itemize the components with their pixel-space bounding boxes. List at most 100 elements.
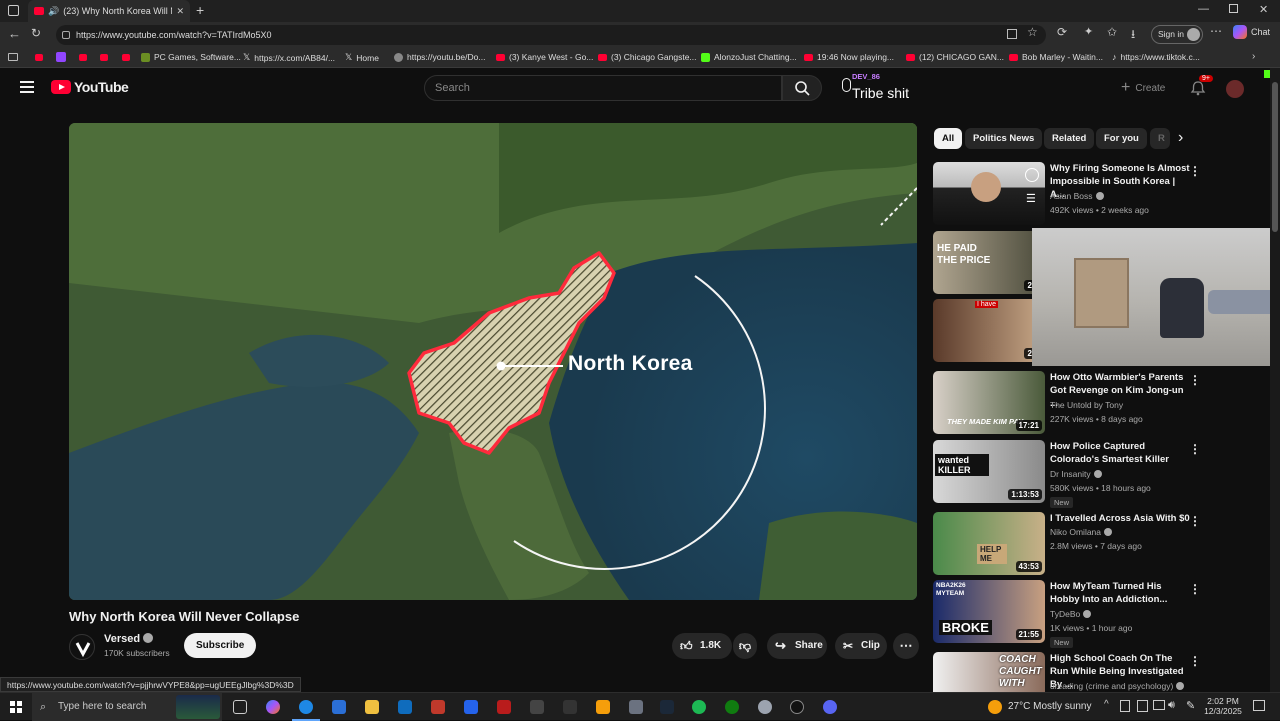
favorite-star-icon[interactable]: ☆ (1027, 25, 1038, 39)
share-button[interactable]: ↪ Share (767, 633, 827, 659)
notifications-button[interactable]: 9+ (1190, 75, 1213, 101)
search-button[interactable] (782, 75, 822, 101)
video-thumbnail[interactable]: COACH CAUGHT WITH (933, 652, 1045, 692)
kebab-menu-icon[interactable]: ⋮ (1189, 164, 1201, 178)
add-to-queue-icon[interactable]: ☰ (1026, 192, 1036, 205)
youtube-bookmark-icon[interactable] (35, 54, 43, 61)
site-info-icon[interactable] (62, 31, 70, 39)
bookmark-item[interactable]: PC Games, Software... (141, 52, 241, 62)
close-window-icon[interactable]: ✕ (1259, 3, 1268, 16)
volume-icon[interactable]: 🔊︎ (1168, 699, 1175, 712)
watch-later-clock-icon[interactable] (1025, 168, 1039, 182)
weather-text[interactable]: 27°C Mostly sunny (1008, 701, 1091, 712)
kebab-menu-icon[interactable]: ⋮ (1189, 442, 1201, 456)
recommendation-item[interactable]: THEY MADE KIM PAY 17:21 How Otto Warmbie… (933, 371, 1268, 434)
windows-start-icon[interactable] (10, 701, 22, 713)
recommendation-title[interactable]: I Travelled Across Asia With $0 (1050, 512, 1190, 525)
app-icon[interactable] (758, 700, 772, 714)
chip-politics-news[interactable]: Politics News (965, 128, 1043, 149)
game-app-icon[interactable] (431, 700, 445, 714)
copilot-icon[interactable] (266, 700, 280, 714)
network-icon[interactable] (1153, 700, 1165, 710)
recommendation-channel[interactable]: TyDeBo (1050, 609, 1092, 619)
recommendation-title[interactable]: How Police Captured Colorado's Smartest … (1050, 440, 1190, 466)
app-icon[interactable] (464, 700, 478, 714)
app-icon[interactable] (629, 700, 643, 714)
chip-truncated[interactable]: R (1150, 128, 1170, 149)
tray-app-icon[interactable] (1137, 700, 1148, 712)
page-scrollbar[interactable] (1270, 68, 1280, 692)
subscribe-button[interactable]: Subscribe (184, 633, 257, 658)
chip-related[interactable]: Related (1044, 128, 1095, 149)
clip-button[interactable]: ✂ Clip (835, 633, 887, 659)
kebab-menu-icon[interactable]: ⋮ (1189, 514, 1201, 528)
recommendation-item[interactable]: COACH CAUGHT WITH High School Coach On T… (933, 652, 1268, 692)
video-thumbnail[interactable]: THEY MADE KIM PAY 17:21 (933, 371, 1045, 434)
recommendation-item[interactable]: wanted KILLER 1:13:53 How Police Capture… (933, 440, 1268, 508)
like-button[interactable]: 👍︎ 1.8K (672, 633, 732, 659)
app-icon[interactable] (497, 700, 511, 714)
video-thumbnail[interactable]: HE PAID THE PRICE 22: (933, 231, 1045, 294)
youtube-bookmark-icon[interactable] (122, 54, 130, 61)
kebab-menu-icon[interactable]: ⋮ (1189, 373, 1201, 387)
hamburger-menu-icon[interactable] (20, 81, 34, 93)
video-thumbnail[interactable]: I have 25: (933, 299, 1045, 362)
new-tab-icon[interactable]: + (196, 2, 204, 18)
minimize-icon[interactable]: — (1198, 3, 1209, 15)
bookmark-item[interactable]: 𝕏https://x.com/AB84/... (243, 52, 335, 63)
video-thumbnail[interactable]: wanted KILLER 1:13:53 (933, 440, 1045, 503)
bookmark-item[interactable]: 19:46 Now playing... (804, 52, 894, 62)
collections-icon[interactable] (8, 53, 18, 61)
youtube-logo[interactable]: YouTube (51, 79, 129, 95)
tab-actions-icon[interactable] (8, 5, 19, 16)
youtube-bookmark-icon[interactable] (100, 54, 108, 61)
discord-icon[interactable] (823, 700, 837, 714)
xbox-icon[interactable] (725, 700, 739, 714)
back-icon[interactable]: ← (8, 26, 21, 41)
bookmark-item[interactable]: https://youtu.be/Do... (394, 52, 485, 62)
kebab-menu-icon[interactable]: ⋮ (1189, 654, 1201, 668)
bookmark-item[interactable]: AlonzoJust Chatting... (701, 52, 797, 62)
recommendation-channel[interactable]: Dr Insanity (1050, 469, 1102, 479)
chip-all[interactable]: All (934, 128, 963, 149)
app-icon[interactable] (530, 700, 544, 714)
task-view-icon[interactable] (233, 700, 247, 714)
scrollbar-thumb[interactable] (1272, 82, 1278, 232)
chips-next-icon[interactable]: › (1178, 129, 1183, 147)
video-thumbnail[interactable]: ☰ (933, 162, 1045, 225)
create-button[interactable]: + Create (1121, 77, 1165, 99)
app-icon[interactable] (563, 700, 577, 714)
search-input[interactable]: Search (424, 75, 782, 101)
pen-icon[interactable]: ✎ (1186, 699, 1195, 712)
steam-icon[interactable] (660, 700, 674, 714)
downloads-icon[interactable]: ⭳ (1131, 25, 1135, 46)
obs-icon[interactable] (790, 700, 804, 714)
recommendation-item[interactable]: HELP ME 43:53 I Travelled Across Asia Wi… (933, 512, 1268, 575)
recommendation-item[interactable]: NBA2K26 MYTEAM BROKE 21:55 How MyTeam Tu… (933, 580, 1268, 648)
url-field[interactable]: https://www.youtube.com/watch?v=TATIrdMo… (56, 25, 1046, 45)
account-avatar[interactable] (1226, 80, 1244, 98)
refresh-extension-icon[interactable]: ⟳ (1057, 25, 1067, 39)
bookmark-item[interactable]: Bob Marley - Waitin... (1009, 52, 1103, 62)
video-thumbnail[interactable]: NBA2K26 MYTEAM BROKE 21:55 (933, 580, 1045, 643)
bookmark-item[interactable]: ♪ https://www.tiktok.c... (1112, 52, 1200, 62)
more-actions-button[interactable]: ⋯ (893, 633, 919, 659)
recommendation-item[interactable]: ☰ Why Firing Someone Is Almost Impossibl… (933, 162, 1268, 225)
favorites-icon[interactable]: ✩ (1107, 25, 1117, 39)
dislike-button[interactable]: 👎︎ (733, 633, 757, 659)
maximize-icon[interactable] (1229, 4, 1238, 13)
clock[interactable]: 2:02 PM 12/3/2025 (1203, 696, 1243, 716)
chip-for-you[interactable]: For you (1096, 128, 1147, 149)
bookmarks-more-icon[interactable]: › (1252, 51, 1255, 62)
close-tab-icon[interactable]: ✕ (176, 6, 184, 17)
notification-center-icon[interactable] (1253, 700, 1265, 711)
search-highlight-icon[interactable] (176, 695, 220, 719)
app-icon[interactable] (596, 700, 610, 714)
recommendation-title[interactable]: How MyTeam Turned His Hobby Into an Addi… (1050, 580, 1190, 606)
browser-tab-active[interactable]: 🔊 (23) Why North Korea Will N... ✕ (28, 0, 190, 22)
speaker-icon[interactable]: 🔊 (48, 6, 59, 17)
channel-name[interactable]: Versed (104, 633, 154, 645)
youtube-bookmark-icon[interactable] (79, 54, 87, 61)
bookmark-item[interactable]: (12) CHICAGO GAN... (906, 52, 1004, 62)
video-player[interactable]: North Korea (69, 123, 917, 600)
